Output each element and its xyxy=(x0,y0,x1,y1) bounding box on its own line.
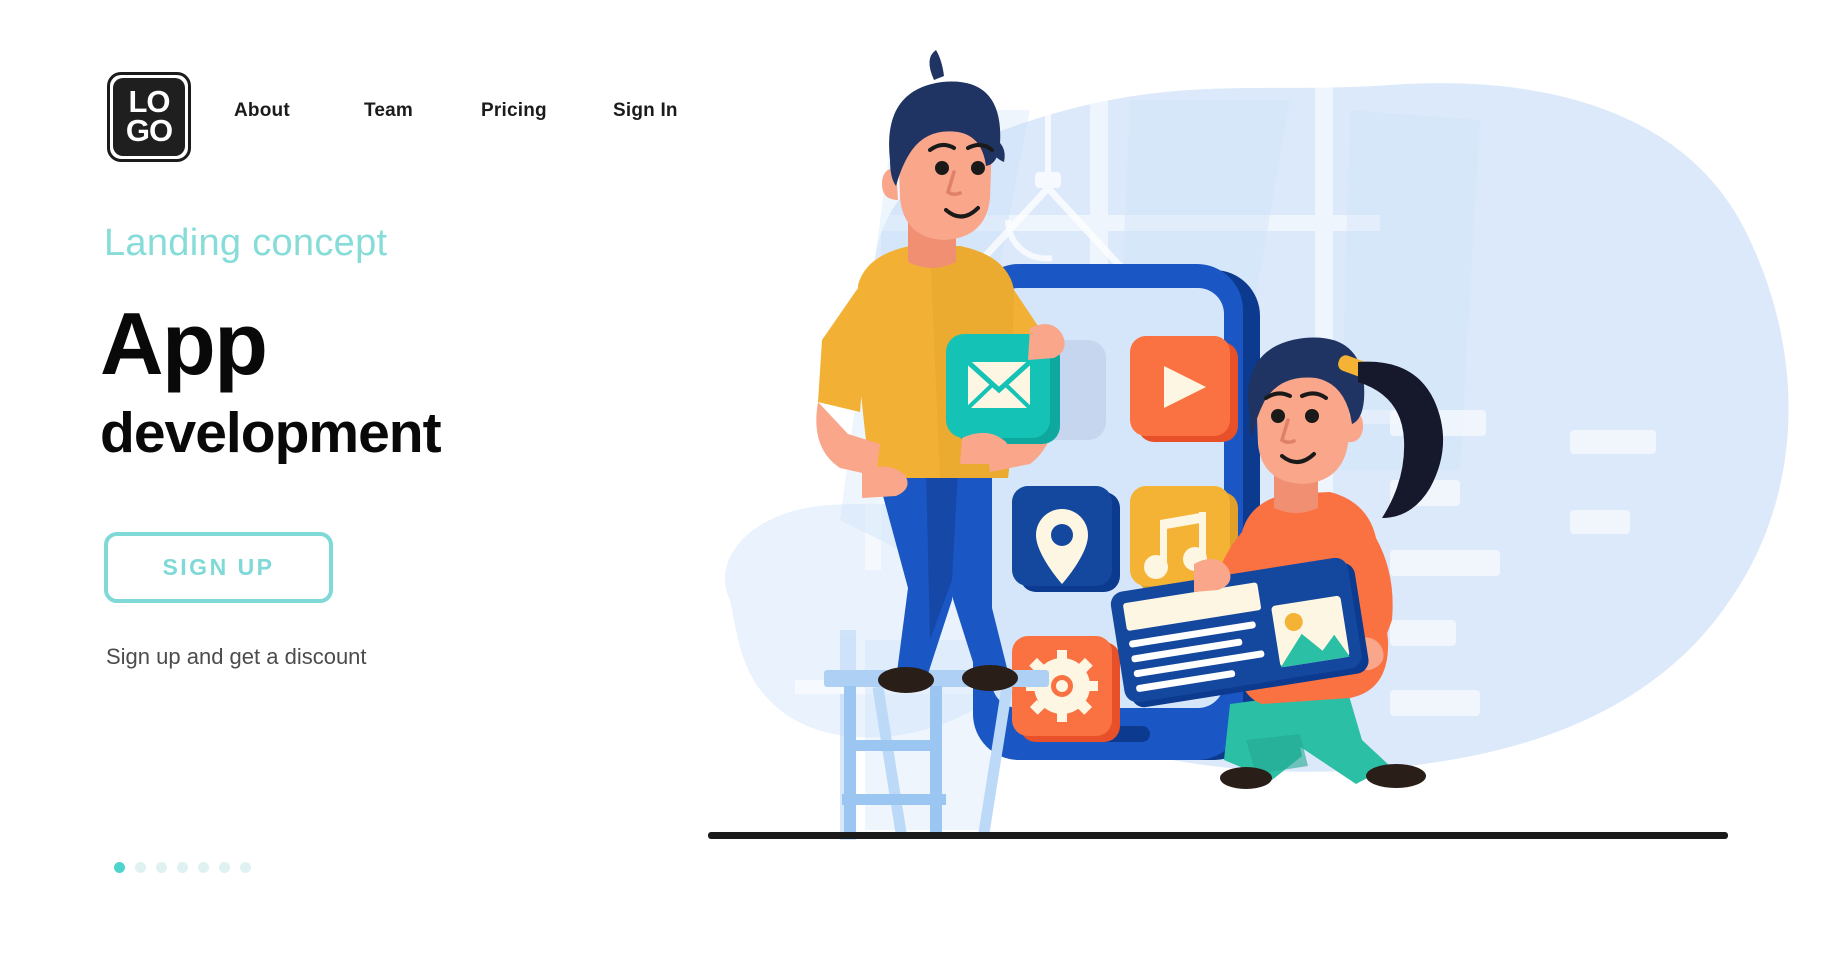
hero-tagline: Sign up and get a discount xyxy=(106,644,367,669)
page-subtitle: development xyxy=(100,401,442,465)
app-icon-play xyxy=(1130,336,1238,442)
carousel-dot-5[interactable] xyxy=(198,862,209,873)
landing-page: LO GO About Team Pricing Sign In Landing… xyxy=(0,0,1837,980)
logo-line-2: GO xyxy=(125,113,173,148)
carousel-dot-4[interactable] xyxy=(177,862,188,873)
hero-eyebrow: Landing concept xyxy=(104,222,388,264)
logo-inner: LO GO xyxy=(113,78,185,156)
hero-illustration xyxy=(690,40,1837,840)
nav-item-about[interactable]: About xyxy=(234,100,364,122)
carousel-dot-7[interactable] xyxy=(240,862,251,873)
sign-up-button[interactable]: SIGN UP xyxy=(104,532,333,603)
carousel-dot-2[interactable] xyxy=(135,862,146,873)
main-nav: About Team Pricing Sign In xyxy=(234,100,733,122)
carousel-dot-3[interactable] xyxy=(156,862,167,873)
nav-item-team[interactable]: Team xyxy=(364,100,481,122)
carousel-dot-1[interactable] xyxy=(114,862,125,873)
sign-up-button-label: SIGN UP xyxy=(162,554,275,580)
app-icon-location xyxy=(1012,486,1120,592)
logo[interactable]: LO GO xyxy=(107,72,191,162)
carousel-dot-6[interactable] xyxy=(219,862,230,873)
nav-item-pricing[interactable]: Pricing xyxy=(481,100,613,122)
ground-line xyxy=(708,832,1728,839)
app-icon-settings xyxy=(1012,636,1120,742)
carousel-pagination xyxy=(114,862,251,873)
page-title: App xyxy=(100,294,268,393)
